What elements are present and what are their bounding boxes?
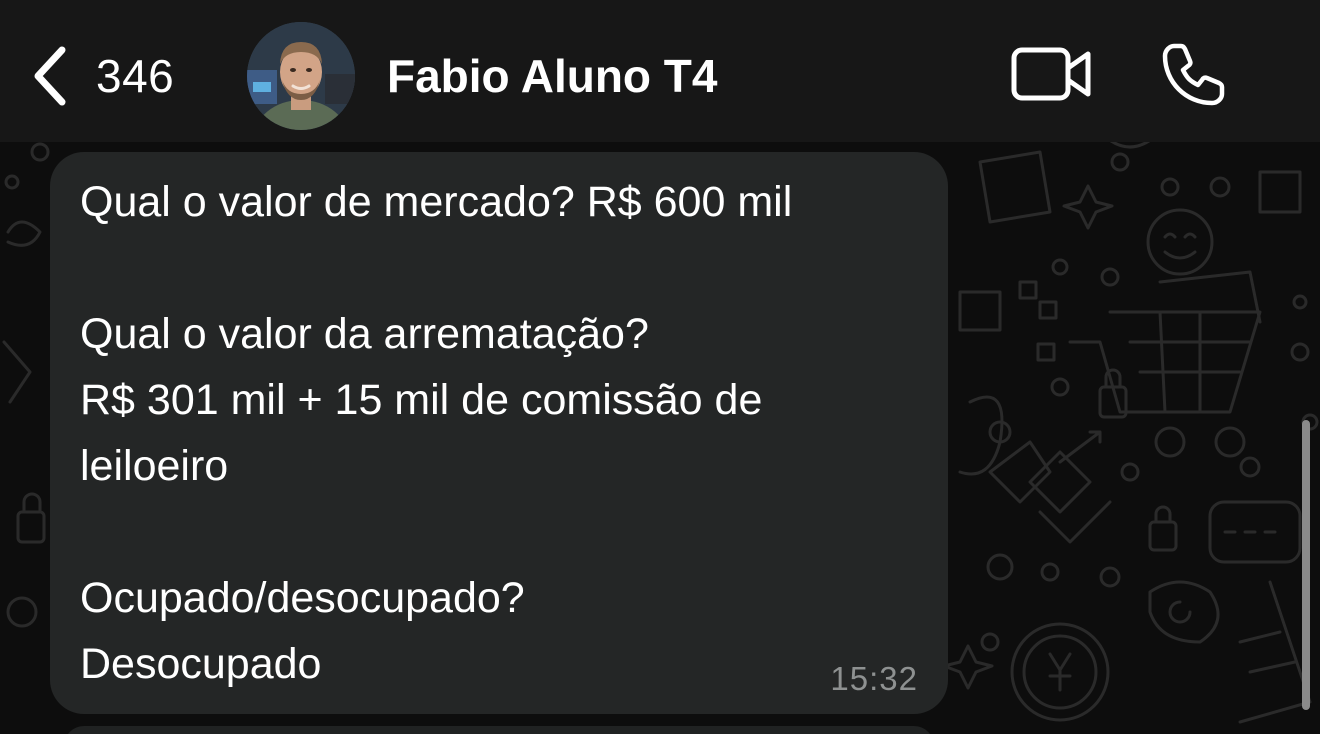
unread-count: 346 xyxy=(96,50,175,102)
message-line: Qual o valor de mercado? R$ 600 mil xyxy=(80,178,793,226)
phone-icon xyxy=(1162,43,1225,106)
message-line: R$ 301 mil + 15 mil de comissão de xyxy=(80,376,763,424)
chevron-left-icon xyxy=(34,46,66,106)
chat-area[interactable]: Qual o valor de mercado? R$ 600 mil Qual… xyxy=(0,142,1320,734)
contact-name[interactable]: Fabio Aluno T4 xyxy=(387,48,718,104)
message-line: Ocupado/desocupado? xyxy=(80,574,525,622)
message-line: Qual o valor da arrematação? xyxy=(80,310,649,358)
avatar-photo xyxy=(247,22,355,130)
chat-header: 346 Fabio Aluno T4 xyxy=(0,0,1320,142)
next-message-bubble[interactable] xyxy=(64,726,934,734)
back-button[interactable]: 346 xyxy=(30,40,174,112)
video-camera-icon xyxy=(1011,47,1091,101)
message-bubble[interactable]: Qual o valor de mercado? R$ 600 mil Qual… xyxy=(50,152,948,714)
scrollbar[interactable] xyxy=(1302,420,1310,710)
avatar[interactable] xyxy=(247,22,355,130)
voice-call-button[interactable] xyxy=(1160,40,1228,108)
message-line: leiloeiro xyxy=(80,442,229,490)
video-call-button[interactable] xyxy=(1010,44,1094,104)
message-line: Desocupado xyxy=(80,640,322,688)
chat-screen: 346 Fabio Aluno T4 Qual o valor de merca… xyxy=(0,0,1320,734)
message-timestamp: 15:32 xyxy=(830,660,918,697)
